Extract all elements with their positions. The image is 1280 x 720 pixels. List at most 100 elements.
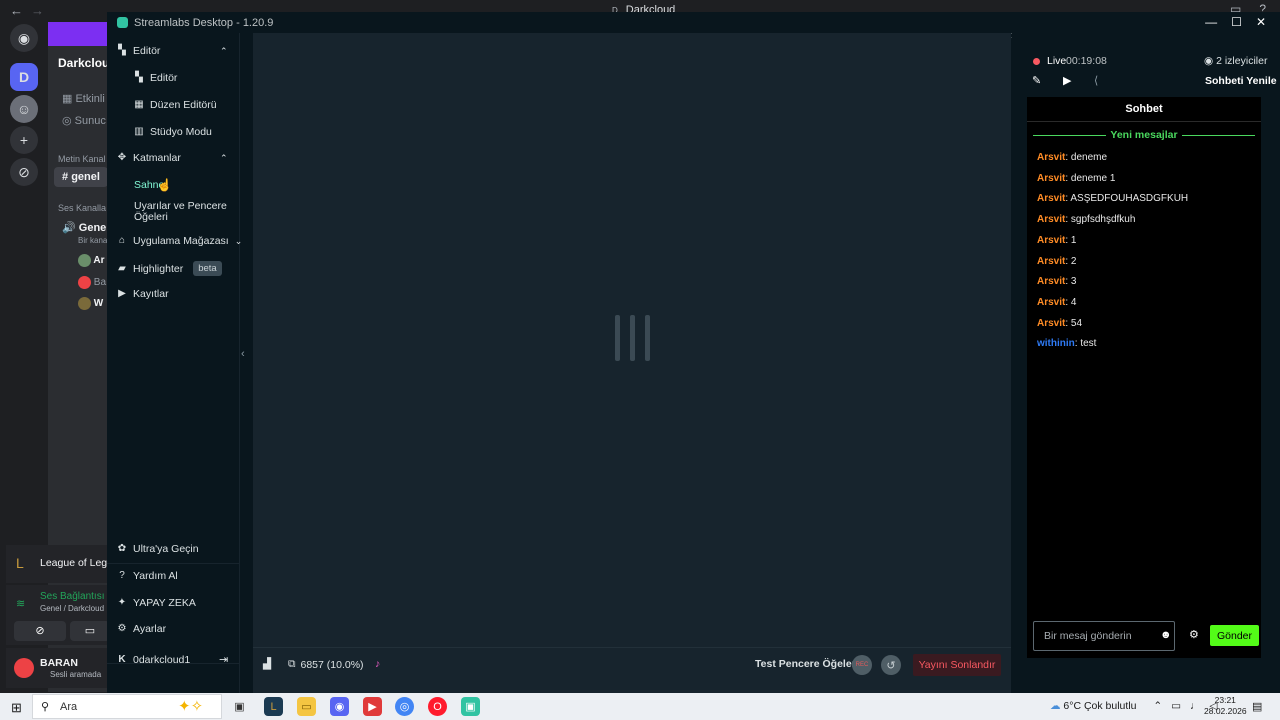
screen-share-icon[interactable]: ▭ xyxy=(70,621,110,641)
refresh-chat-button[interactable]: Sohbeti Yenile xyxy=(1205,75,1277,87)
divider xyxy=(107,563,240,564)
chat-username[interactable]: Arsvit xyxy=(1037,297,1065,308)
member-name: W xyxy=(93,298,104,310)
notification-center-icon[interactable]: ▤ xyxy=(1252,700,1262,713)
discover-icon[interactable]: ⊘ xyxy=(10,158,38,186)
nav-app-store[interactable]: ⌂ Uygulama Mağazası ⌄ xyxy=(117,235,242,247)
chat-settings-icon[interactable]: ⚙ xyxy=(1189,628,1199,641)
chat-username[interactable]: withinin xyxy=(1037,338,1075,349)
end-stream-button[interactable]: Yayını Sonlandır xyxy=(913,654,1001,676)
chevron-up-icon[interactable]: ⌃ xyxy=(1153,700,1162,712)
emoji-icon[interactable]: ☻ xyxy=(1160,629,1172,641)
close-icon[interactable]: ✕ xyxy=(1256,15,1266,29)
performance-icon[interactable]: ▟ xyxy=(263,658,271,670)
replay-buffer-icon[interactable]: ↺ xyxy=(881,655,901,675)
server-darkcloud[interactable]: D xyxy=(10,63,38,91)
chat-username[interactable]: Arsvit xyxy=(1037,214,1065,225)
text-channels-header[interactable]: Metin Kanal xyxy=(58,154,106,164)
nav-ai[interactable]: ✦ YAPAY ZEKA xyxy=(117,597,196,609)
live-time: 00:19:08 xyxy=(1066,55,1107,67)
nav-help[interactable]: ? Yardım Al xyxy=(117,570,178,582)
camera-icon[interactable]: ▶ xyxy=(1063,74,1071,87)
voice-member[interactable]: Ar xyxy=(78,254,105,267)
editor-icon: ▚ xyxy=(135,72,143,83)
channel-genel[interactable]: # genel xyxy=(62,171,100,183)
windows-taskbar: ⊞ ⚲ Ara ✦✧ ▣ L ▭ ◉ ▶ ◎ O ▣ ☁ 6°C Çok bul… xyxy=(0,693,1280,720)
nav-account[interactable]: K 0darkcloud1 xyxy=(117,654,190,666)
nav-editor-group[interactable]: ▚ Editör xyxy=(117,45,160,57)
collapse-sidebar-icon[interactable]: ‹ xyxy=(241,348,245,360)
logout-icon[interactable]: ⇥ xyxy=(219,653,228,666)
nav-settings[interactable]: ⚙ Ayarlar xyxy=(117,623,167,635)
chat-message-input[interactable] xyxy=(1044,630,1154,642)
live-label: Live xyxy=(1047,55,1067,67)
weather-label[interactable]: 6°C Çok bulutlu xyxy=(1063,700,1136,712)
send-button[interactable]: Gönder xyxy=(1210,625,1259,646)
voice-member[interactable]: Ba xyxy=(78,276,106,289)
nav-recordings[interactable]: ▶ Kayıtlar xyxy=(117,288,168,300)
chat-username[interactable]: Arsvit xyxy=(1037,256,1065,267)
edit-stream-icon[interactable]: ✎ xyxy=(1032,74,1041,87)
chat-text: : 1 xyxy=(1065,234,1077,246)
clock[interactable]: 23:21 28.02.2026 xyxy=(1204,695,1247,717)
test-widgets-button[interactable]: Test Pencere Öğeleri xyxy=(755,658,859,670)
onedrive-icon[interactable]: ▭ xyxy=(1171,700,1181,712)
nav-highlighter[interactable]: ▰ Highlighter beta xyxy=(117,261,222,276)
streamlabs-app-icon[interactable]: ▣ xyxy=(461,697,480,716)
app-icon[interactable]: ▶ xyxy=(363,697,382,716)
server-name[interactable]: Darkcloud xyxy=(58,56,108,70)
file-explorer-icon[interactable]: ▭ xyxy=(297,697,316,716)
editor-icon: ▚ xyxy=(118,45,126,56)
windows-start-icon[interactable]: ⊞ xyxy=(11,700,22,716)
chat-username[interactable]: Arsvit xyxy=(1037,173,1065,184)
activity-label: League of Lege xyxy=(40,557,113,569)
record-button[interactable]: REC xyxy=(852,655,872,675)
streamlabs-title: Streamlabs Desktop - 1.20.9 xyxy=(134,17,274,29)
chat-username[interactable]: Arsvit xyxy=(1037,152,1065,163)
nav-ultra[interactable]: ✿ Ultra'ya Geçin xyxy=(117,543,199,555)
voice-channel-genel[interactable]: 🔊 Genel xyxy=(62,221,108,234)
share-icon[interactable]: ⟨ xyxy=(1094,74,1098,87)
chat-text: : 4 xyxy=(1065,296,1077,308)
add-server-icon[interactable]: + xyxy=(10,126,38,154)
member-avatar xyxy=(78,297,91,310)
league-app-icon[interactable]: L xyxy=(264,697,283,716)
minimize-icon[interactable]: — xyxy=(1205,15,1217,29)
nav-editor[interactable]: ▚ Editör xyxy=(134,72,177,84)
nav-alerts-widgets[interactable]: Uyarılar ve Pencere Öğeleri xyxy=(134,201,229,223)
server-guide-item[interactable]: ◎ Sunuc xyxy=(62,114,106,127)
discord-app-icon[interactable]: ◉ xyxy=(330,697,349,716)
chat-message: Arsvit: 4 xyxy=(1037,297,1076,308)
voice-member[interactable]: W xyxy=(78,297,103,310)
chat-username[interactable]: Arsvit xyxy=(1037,276,1065,287)
nav-label: Stüdyo Modu xyxy=(150,126,212,138)
microphone-icon[interactable]: ♩ xyxy=(1190,700,1201,712)
server-avatar[interactable]: ☺ xyxy=(10,95,38,123)
chat-username[interactable]: Arsvit xyxy=(1037,193,1065,204)
forward-arrow-icon[interactable]: → xyxy=(31,3,44,18)
chat-input-box[interactable]: ☻ xyxy=(1033,621,1175,651)
opera-icon[interactable]: O xyxy=(428,697,447,716)
chevron-down-icon: ⌄ xyxy=(234,235,243,246)
nav-layout-editor[interactable]: ▦ Düzen Editörü xyxy=(134,99,216,111)
voice-channels-header[interactable]: Ses Kanalla xyxy=(58,203,106,213)
nav-studio-mode[interactable]: ▥ Stüdyo Modu xyxy=(134,126,212,138)
chat-username[interactable]: Arsvit xyxy=(1037,235,1065,246)
activity-panel[interactable]: L League of Lege xyxy=(6,545,113,583)
task-view-icon[interactable]: ▣ xyxy=(230,697,249,716)
chrome-icon[interactable]: ◎ xyxy=(395,697,414,716)
taskbar-search[interactable]: ⚲ Ara ✦✧ xyxy=(32,694,222,719)
chevron-up-icon[interactable]: ⌃ xyxy=(220,46,228,57)
chat-text: : 2 xyxy=(1065,255,1077,267)
voice-status-label: Ses Bağlantısı xyxy=(40,591,105,602)
user-panel[interactable]: BARAN Sesli aramada xyxy=(6,648,108,688)
discord-home-icon[interactable]: ◉ xyxy=(10,24,38,52)
camera-off-icon[interactable]: ⊘ xyxy=(14,621,66,641)
nav-layers-group[interactable]: ✥ Katmanlar xyxy=(117,152,181,164)
chevron-up-icon[interactable]: ⌃ xyxy=(220,153,228,164)
chat-username[interactable]: Arsvit xyxy=(1037,318,1065,329)
notifications-icon[interactable]: ♪ xyxy=(375,658,380,670)
events-item[interactable]: ▦ Etkinli xyxy=(62,92,105,105)
maximize-icon[interactable]: ☐ xyxy=(1231,15,1242,29)
back-arrow-icon[interactable]: ← xyxy=(10,3,23,18)
